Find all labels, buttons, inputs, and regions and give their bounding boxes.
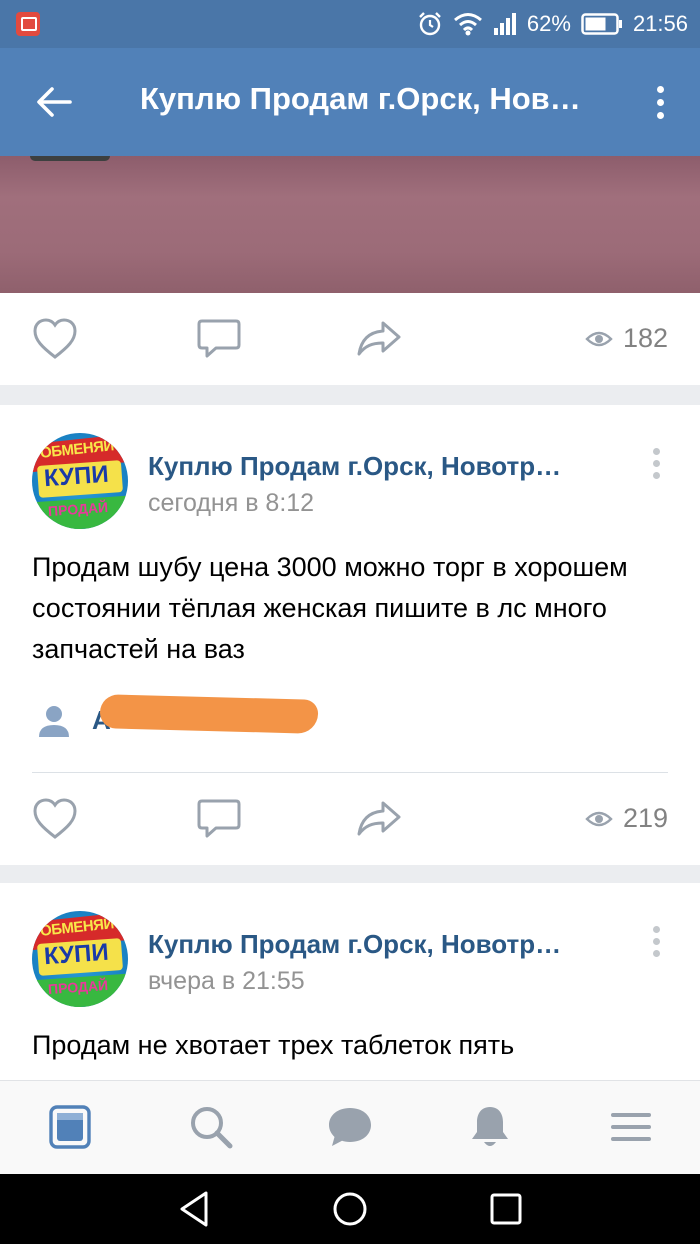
- messages-icon[interactable]: [327, 1104, 373, 1150]
- notification-icon: [16, 12, 40, 36]
- eye-icon: [585, 811, 613, 826]
- app-bar: Куплю Продам г.Орск, Нов…: [0, 48, 700, 156]
- bottom-nav: [0, 1080, 700, 1174]
- redaction-mark: [99, 694, 319, 734]
- post-actions: 219: [0, 773, 700, 865]
- user-icon: [39, 706, 69, 737]
- post-time: вчера в 21:55: [148, 967, 305, 995]
- menu-icon[interactable]: [608, 1104, 654, 1150]
- avatar[interactable]: ОБМЕНЯЙ КУПИ ПРОДАЙ: [32, 911, 128, 1007]
- search-icon[interactable]: [188, 1104, 234, 1150]
- clock: 21:56: [632, 11, 688, 36]
- post-actions: 182: [0, 293, 700, 385]
- view-count: 182: [585, 323, 668, 354]
- post-text: Продам не хвотает трех таблеток пять: [32, 1030, 515, 1060]
- post-card: ОБМЕНЯЙ КУПИ ПРОДАЙ Куплю Продам г.Орск,…: [0, 405, 700, 865]
- post-more-icon[interactable]: [644, 921, 668, 961]
- comment-icon[interactable]: [196, 797, 242, 841]
- more-icon[interactable]: [638, 78, 682, 126]
- back-icon: [37, 87, 72, 117]
- page-title: Куплю Продам г.Орск, Нов…: [140, 81, 581, 116]
- view-count: 219: [585, 803, 668, 834]
- alarm-icon: [419, 12, 441, 36]
- feed[interactable]: 182 ОБМЕНЯЙ КУПИ ПРОДАЙ Куплю Продам г.О…: [0, 156, 700, 1080]
- battery-percent: 62%: [526, 11, 571, 36]
- avatar[interactable]: ОБМЕНЯЙ КУПИ ПРОДАЙ: [32, 433, 128, 529]
- system-recents-icon[interactable]: [486, 1189, 526, 1229]
- heart-icon[interactable]: [32, 797, 78, 841]
- share-icon[interactable]: [356, 797, 402, 841]
- eye-icon: [585, 331, 613, 346]
- post-header: ОБМЕНЯЙ КУПИ ПРОДАЙ Куплю Продам г.Орск,…: [32, 433, 668, 533]
- heart-icon[interactable]: [32, 317, 78, 361]
- post-card: 182: [0, 293, 700, 385]
- back-button[interactable]: [22, 70, 86, 134]
- signal-icon: [493, 13, 516, 35]
- avatar-text: КУПИ: [43, 460, 110, 493]
- post-more-icon[interactable]: [644, 443, 668, 483]
- post-author[interactable]: А: [32, 694, 668, 743]
- system-home-icon[interactable]: [330, 1189, 370, 1229]
- post-header: ОБМЕНЯЙ КУПИ ПРОДАЙ Куплю Продам г.Орск,…: [32, 911, 668, 1011]
- status-bar: 62% 21:56: [0, 0, 700, 48]
- views-value: 182: [622, 323, 668, 353]
- share-icon[interactable]: [356, 317, 402, 361]
- news-icon[interactable]: [47, 1104, 93, 1150]
- post-time: сегодня в 8:12: [148, 489, 315, 517]
- system-nav-bar: [0, 1174, 700, 1244]
- group-name-link[interactable]: Куплю Продам г.Орск, Новотр…: [148, 451, 598, 482]
- system-back-icon[interactable]: [174, 1189, 214, 1229]
- group-name-link[interactable]: Куплю Продам г.Орск, Новотр…: [148, 929, 598, 960]
- battery-icon: [581, 13, 622, 35]
- post-photo[interactable]: [0, 156, 700, 293]
- post-card: ОБМЕНЯЙ КУПИ ПРОДАЙ Куплю Продам г.Орск,…: [0, 883, 700, 1080]
- wifi-icon: [453, 13, 482, 36]
- comment-icon[interactable]: [196, 317, 242, 361]
- bell-icon[interactable]: [467, 1104, 513, 1150]
- views-value: 219: [622, 803, 668, 833]
- avatar-text: КУПИ: [43, 938, 110, 971]
- post-text: Продам шубу цена 3000 можно торг в хорош…: [32, 552, 628, 664]
